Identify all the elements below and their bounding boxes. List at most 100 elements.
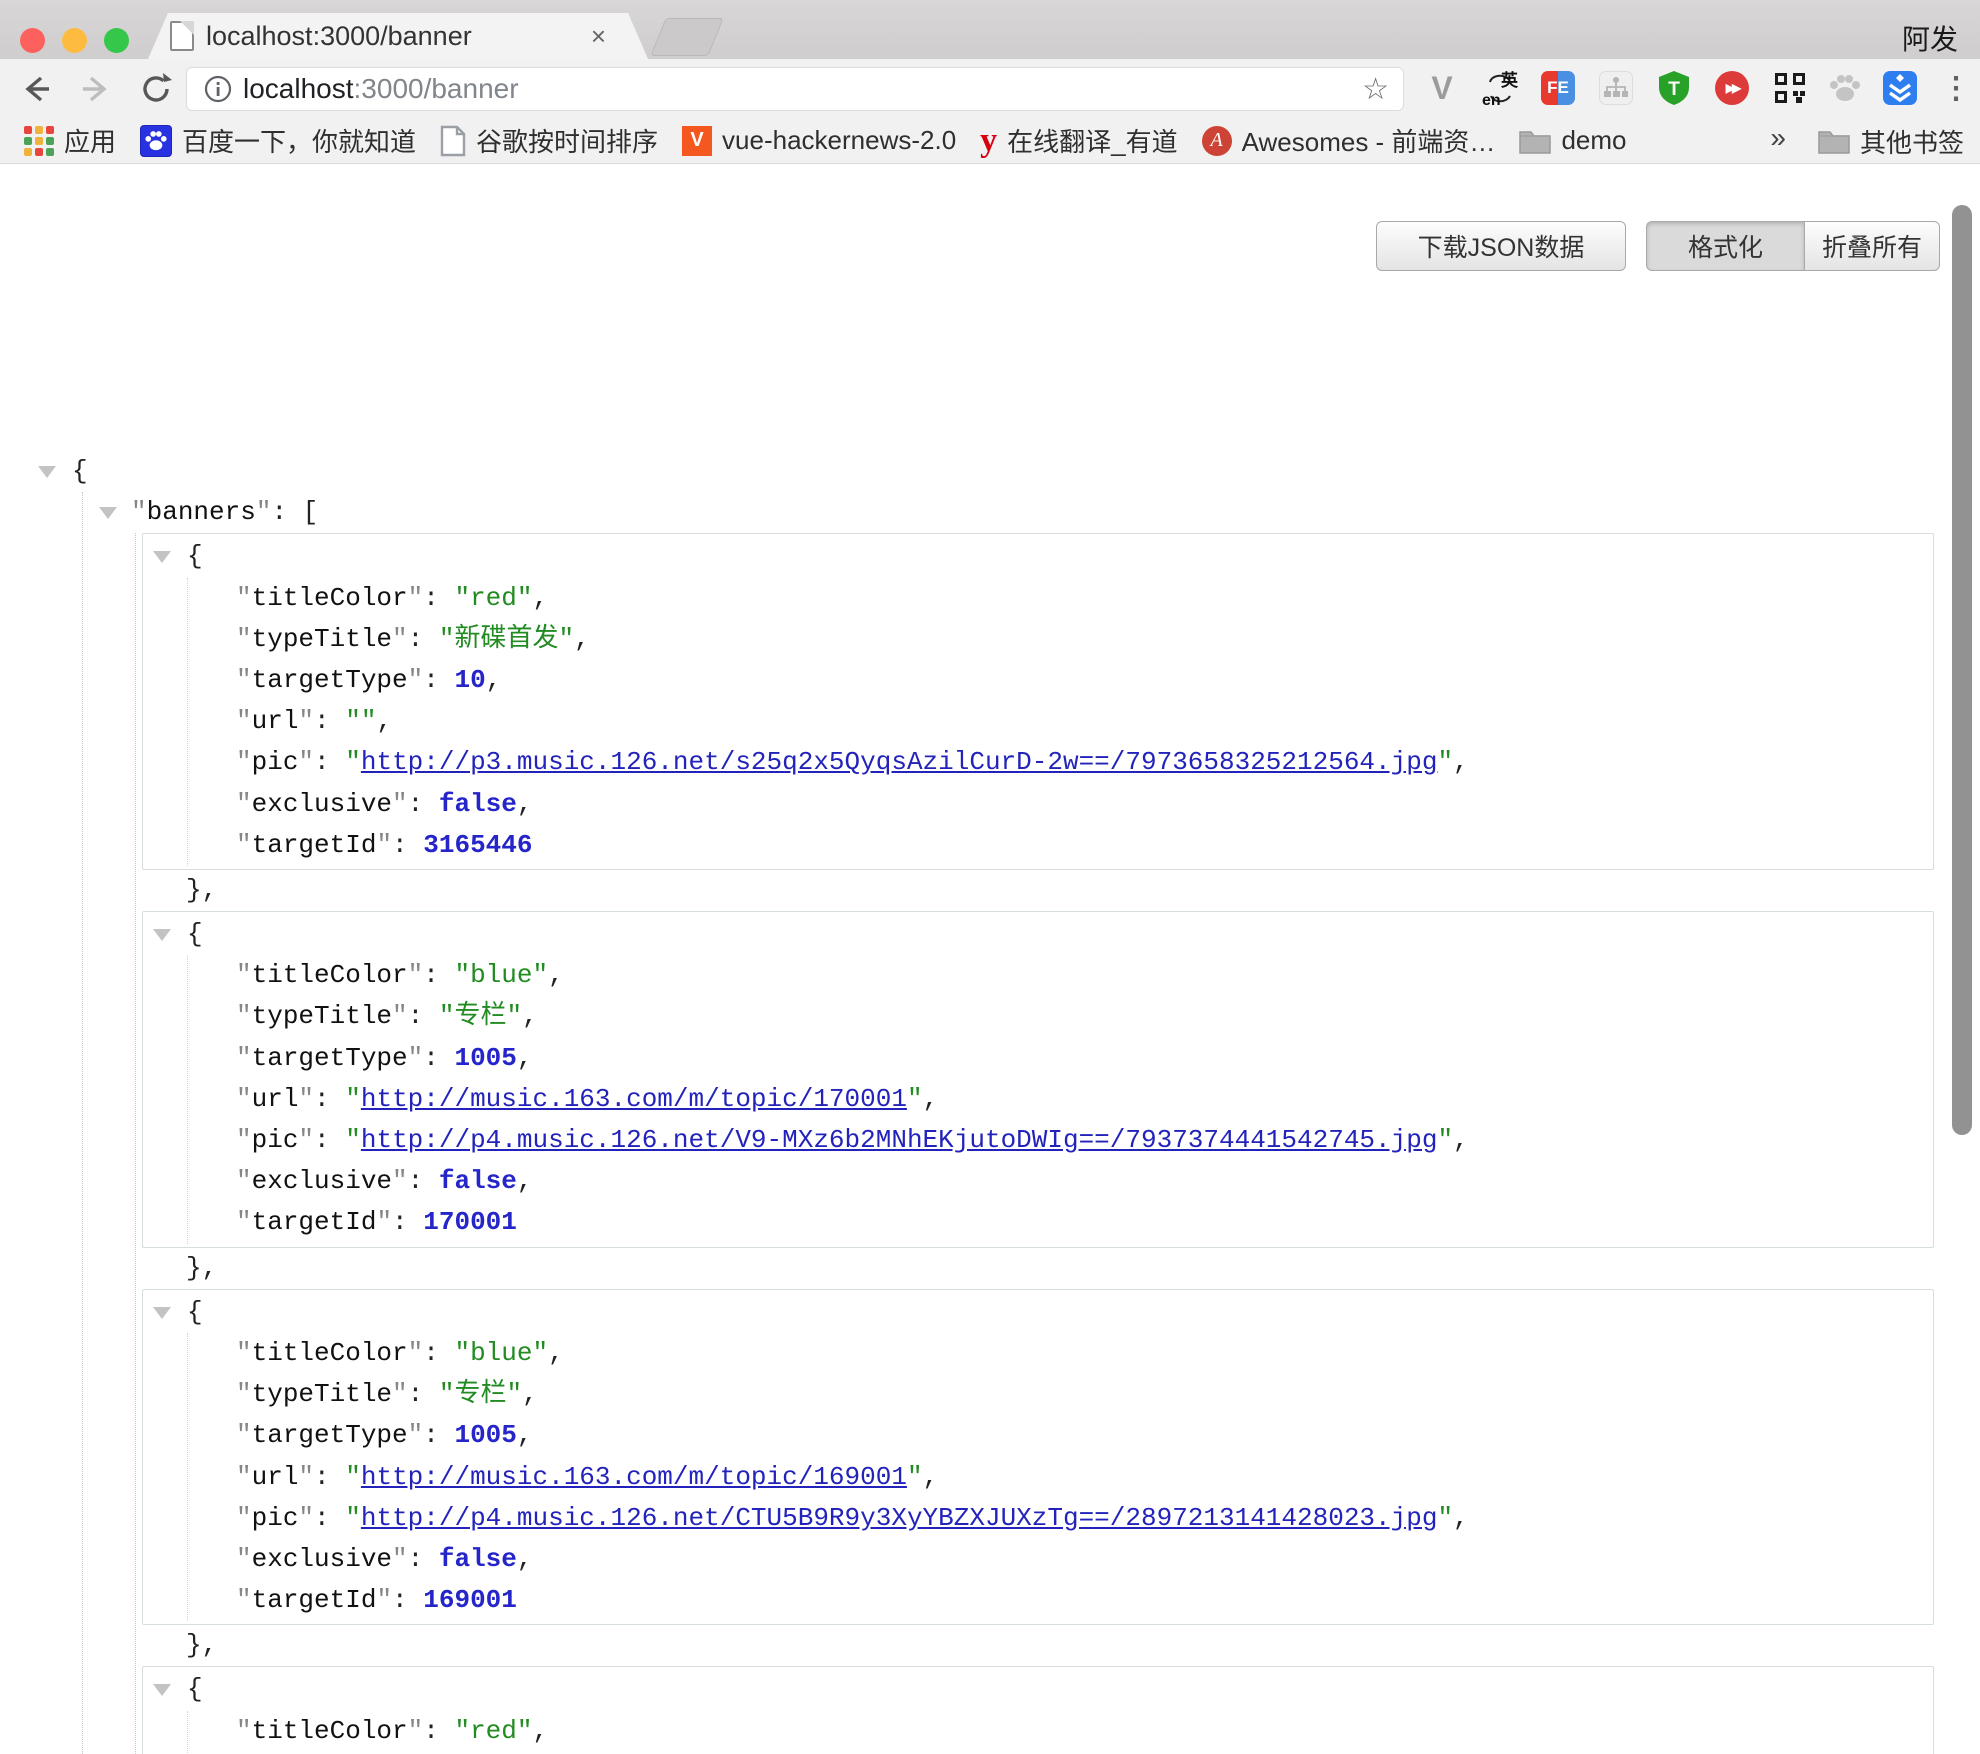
json-property: "typeTitle": "专栏", [188, 996, 1933, 1037]
window-minimize-button[interactable] [62, 28, 87, 53]
window-close-button[interactable] [20, 28, 45, 53]
forward-arrow-icon [79, 72, 113, 106]
page-icon [440, 125, 466, 157]
browser-toolbar: localhost:3000/banner ☆ V 英 en FE [0, 59, 1980, 118]
tampermonkey-shield-icon[interactable]: T [1656, 70, 1692, 106]
collapse-arrow-icon[interactable] [153, 551, 171, 563]
json-property: "titleColor": "red", [188, 578, 1933, 619]
bookmark-youdao[interactable]: y 在线翻译_有道 [980, 122, 1177, 159]
bookmark-apps[interactable]: 应用 [24, 122, 116, 159]
json-root-open: { [38, 451, 1970, 492]
window-zoom-button[interactable] [104, 28, 129, 53]
sitemap-icon[interactable] [1598, 70, 1634, 106]
json-object-open: { [143, 914, 1933, 955]
awesomes-icon: A [1202, 126, 1232, 156]
tab-title: localhost:3000/banner [206, 21, 472, 52]
paw-icon[interactable] [1827, 70, 1863, 106]
json-property: "titleColor": "red", [188, 1711, 1933, 1752]
json-property: "pic": "http://p4.music.126.net/CTU5B9R9… [188, 1498, 1933, 1539]
json-property: "pic": "http://p3.music.126.net/s25q2x5Q… [188, 742, 1933, 783]
browser-window: localhost:3000/banner × 阿发 [0, 0, 1980, 1754]
qr-code-icon[interactable] [1772, 70, 1808, 106]
json-property: "url": "", [188, 701, 1933, 742]
collapse-arrow-icon[interactable] [153, 929, 171, 941]
browser-menu-icon[interactable]: ⋮ [1938, 70, 1974, 106]
json-property: "targetId": 169001 [188, 1580, 1933, 1621]
active-tab[interactable]: localhost:3000/banner × [148, 13, 648, 59]
json-object-close: }, [136, 1248, 1970, 1289]
download-manager-icon[interactable] [1882, 70, 1918, 106]
tab-close-icon[interactable]: × [591, 22, 606, 50]
v-orange-icon: V [682, 126, 712, 156]
fe-helper-icon[interactable]: FE [1540, 70, 1576, 106]
back-button[interactable] [16, 69, 56, 109]
json-property: "targetId": 170001 [188, 1202, 1933, 1243]
json-object-open: { [143, 1292, 1933, 1333]
bookmark-awesomes[interactable]: A Awesomes - 前端资… [1202, 122, 1496, 159]
apps-grid-icon [24, 126, 54, 156]
json-object-open: { [143, 536, 1933, 577]
json-object-close: }, [136, 870, 1970, 911]
translate-icon[interactable]: 英 en [1482, 70, 1518, 106]
json-tree: {"banners": [{"titleColor": "red","typeT… [38, 451, 1970, 1754]
json-property: "titleColor": "blue", [188, 1333, 1933, 1374]
download-json-button[interactable]: 下载JSON数据 [1376, 221, 1626, 271]
json-property: "targetType": 1005, [188, 1038, 1933, 1079]
info-icon[interactable] [203, 74, 233, 104]
tab-strip: localhost:3000/banner × 阿发 [0, 0, 1980, 59]
bookmark-star-icon[interactable]: ☆ [1362, 72, 1389, 107]
json-link[interactable]: http://p4.music.126.net/V9-MXz6b2MNhEKju… [361, 1125, 1438, 1155]
svg-text:T: T [1668, 79, 1680, 100]
json-object-box: {"titleColor": "blue","typeTitle": "专栏",… [142, 1289, 1934, 1626]
bookmark-baidu[interactable]: 百度一下，你就知道 [140, 122, 416, 159]
json-link[interactable]: http://p4.music.126.net/CTU5B9R9y3XyYBZX… [361, 1503, 1438, 1533]
format-button[interactable]: 格式化 [1646, 221, 1804, 271]
baidu-paw-icon [140, 125, 172, 157]
forward-button[interactable] [76, 69, 116, 109]
collapse-arrow-icon[interactable] [153, 1684, 171, 1696]
address-bar[interactable]: localhost:3000/banner ☆ [186, 67, 1404, 111]
json-object-close: }, [136, 1625, 1970, 1666]
json-link[interactable]: http://p3.music.126.net/s25q2x5QyqsAzilC… [361, 747, 1438, 777]
collapse-arrow-icon[interactable] [153, 1307, 171, 1319]
json-link[interactable]: http://music.163.com/m/topic/170001 [361, 1084, 907, 1114]
json-property: "targetId": 3165446 [188, 825, 1933, 866]
back-arrow-icon [19, 72, 53, 106]
json-property: "url": "http://music.163.com/m/topic/170… [188, 1079, 1933, 1120]
json-property: "typeTitle": "专栏", [188, 1374, 1933, 1415]
json-property: "exclusive": false, [188, 1539, 1933, 1580]
json-property: "titleColor": "blue", [188, 955, 1933, 996]
collapse-arrow-icon[interactable] [38, 466, 56, 478]
page-content: 下载JSON数据 格式化 折叠所有 {"banners": [{"titleCo… [0, 164, 1980, 1754]
collapse-arrow-icon[interactable] [99, 507, 117, 519]
json-property: "pic": "http://p4.music.126.net/V9-MXz6b… [188, 1120, 1933, 1161]
json-object-box: {"titleColor": "blue","typeTitle": "专栏",… [142, 911, 1934, 1248]
json-property: "targetType": 1005, [188, 1415, 1933, 1456]
profile-name[interactable]: 阿发 [1902, 18, 1958, 58]
collapse-all-button[interactable]: 折叠所有 [1804, 221, 1940, 271]
reload-button[interactable] [136, 69, 176, 109]
page-favicon-icon [170, 21, 194, 51]
json-property: "targetType": 10, [188, 660, 1933, 701]
json-property: "exclusive": false, [188, 1161, 1933, 1202]
video-speed-icon[interactable]: ▶▶ [1714, 70, 1750, 106]
vue-devtools-icon[interactable]: V [1424, 70, 1460, 106]
vertical-scrollbar[interactable] [1952, 205, 1972, 1135]
json-property: "typeTitle": "新碟首发", [188, 619, 1933, 660]
other-bookmarks-folder[interactable]: 其他书签 [1818, 118, 1964, 164]
json-link[interactable]: http://music.163.com/m/topic/169001 [361, 1462, 907, 1492]
bookmark-demo-folder[interactable]: demo [1519, 125, 1626, 156]
bookmark-vue-hackernews[interactable]: V vue-hackernews-2.0 [682, 125, 956, 156]
json-array-key-line: "banners": [ [83, 492, 1970, 533]
youdao-icon: y [980, 126, 997, 156]
bookmark-google-sort[interactable]: 谷歌按时间排序 [440, 122, 658, 159]
json-property: "exclusive": false, [188, 784, 1933, 825]
bookmarks-bar: 应用 百度一下，你就知道 谷歌按时间排序 [0, 118, 1980, 164]
json-property: "url": "http://music.163.com/m/topic/169… [188, 1457, 1933, 1498]
url-text: localhost:3000/banner [243, 73, 519, 105]
bookmarks-overflow-chevron[interactable]: » [1770, 122, 1786, 154]
reload-icon [138, 71, 174, 107]
new-tab-button[interactable] [650, 18, 723, 56]
json-object-box: {"titleColor": "red","typeTitle": "歌单","… [142, 1666, 1934, 1754]
folder-icon [1818, 128, 1850, 154]
